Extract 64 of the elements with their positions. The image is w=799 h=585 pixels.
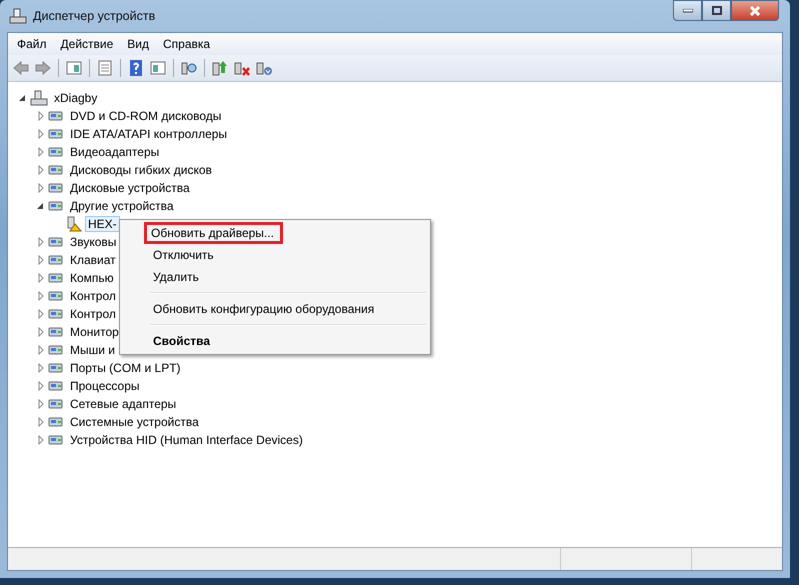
expand-arrow-icon[interactable] (36, 345, 46, 355)
tree-item[interactable]: Порты (COM и LPT) (67, 360, 184, 376)
close-icon (749, 6, 761, 16)
expand-arrow-icon[interactable] (36, 291, 46, 301)
tree-item[interactable]: Другие устройства (67, 198, 177, 214)
maximize-button[interactable] (702, 0, 731, 21)
expand-arrow-icon[interactable] (36, 417, 46, 427)
expand-arrow-icon[interactable] (36, 129, 46, 139)
expand-arrow-icon[interactable] (36, 381, 46, 391)
close-button[interactable] (731, 0, 779, 21)
window-title: Диспетчер устройств (33, 9, 156, 23)
context-menu-item[interactable]: Свойства (122, 330, 428, 352)
collapse-arrow-icon[interactable] (18, 93, 28, 103)
forward-arrow-icon[interactable] (34, 59, 52, 77)
tree-item[interactable]: Клавиат (67, 252, 119, 268)
maximize-icon (712, 6, 722, 15)
expand-arrow-icon[interactable] (36, 111, 46, 121)
minimize-button[interactable] (673, 0, 702, 21)
menu-item[interactable]: Файл (10, 35, 54, 53)
menu-item[interactable]: Действие (54, 35, 120, 53)
tree-item[interactable]: Мыши и (67, 342, 118, 358)
expand-arrow-icon[interactable] (36, 399, 46, 409)
menu-item[interactable]: Справка (156, 35, 218, 53)
tree-item[interactable]: HEX- (85, 216, 120, 232)
expand-arrow-icon[interactable] (36, 165, 46, 175)
context-menu-item[interactable]: Обновить драйверы... (144, 222, 283, 244)
menu-item[interactable]: Вид (120, 35, 156, 53)
properties-icon[interactable] (96, 59, 114, 77)
tree-item[interactable]: DVD и CD-ROM дисководы (67, 108, 224, 124)
tree-item[interactable]: Компью (67, 270, 117, 286)
tree-item[interactable]: Дисководы гибких дисков (67, 162, 215, 178)
tree-item[interactable]: xDiagby (51, 90, 100, 106)
tree-item[interactable]: Контрол (67, 288, 119, 304)
back-arrow-icon[interactable] (12, 59, 30, 77)
expand-arrow-icon[interactable] (36, 327, 46, 337)
expand-arrow-icon[interactable] (36, 363, 46, 373)
expand-arrow-icon[interactable] (36, 237, 46, 247)
context-menu-item[interactable]: Удалить (122, 266, 428, 288)
expand-arrow-icon[interactable] (36, 147, 46, 157)
tree-item[interactable]: Монитор (67, 324, 122, 340)
expand-arrow-icon[interactable] (36, 273, 46, 283)
collapse-arrow-icon[interactable] (36, 201, 46, 211)
tree-item[interactable]: IDE ATA/ATAPI контроллеры (67, 126, 230, 142)
expand-arrow-icon[interactable] (36, 435, 46, 445)
update-icon[interactable] (211, 59, 229, 77)
help-icon[interactable] (127, 59, 145, 77)
app-icon (9, 8, 27, 24)
expand-arrow-icon[interactable] (36, 183, 46, 193)
context-menu-item[interactable]: Обновить конфигурацию оборудования (122, 298, 428, 320)
minimize-icon (682, 8, 692, 12)
expand-arrow-icon[interactable] (36, 309, 46, 319)
context-menu-item[interactable]: Отключить (122, 244, 428, 266)
tree-item[interactable]: Процессоры (67, 378, 142, 394)
tree-item[interactable]: Звуковы (67, 234, 120, 250)
tree-item[interactable]: Устройства HID (Human Interface Devices) (67, 432, 306, 448)
panel-icon[interactable] (149, 59, 167, 77)
tree-item[interactable]: Системные устройства (67, 414, 202, 430)
tree-item[interactable]: Видеоадаптеры (67, 144, 162, 160)
panel-icon[interactable] (65, 59, 83, 77)
expand-arrow-icon[interactable] (36, 255, 46, 265)
tree-item[interactable]: Дисковые устройства (67, 180, 193, 196)
computer-icon (30, 90, 48, 106)
tree-item[interactable]: Контрол (67, 306, 119, 322)
tree-item[interactable]: Сетевые адаптеры (67, 396, 180, 412)
